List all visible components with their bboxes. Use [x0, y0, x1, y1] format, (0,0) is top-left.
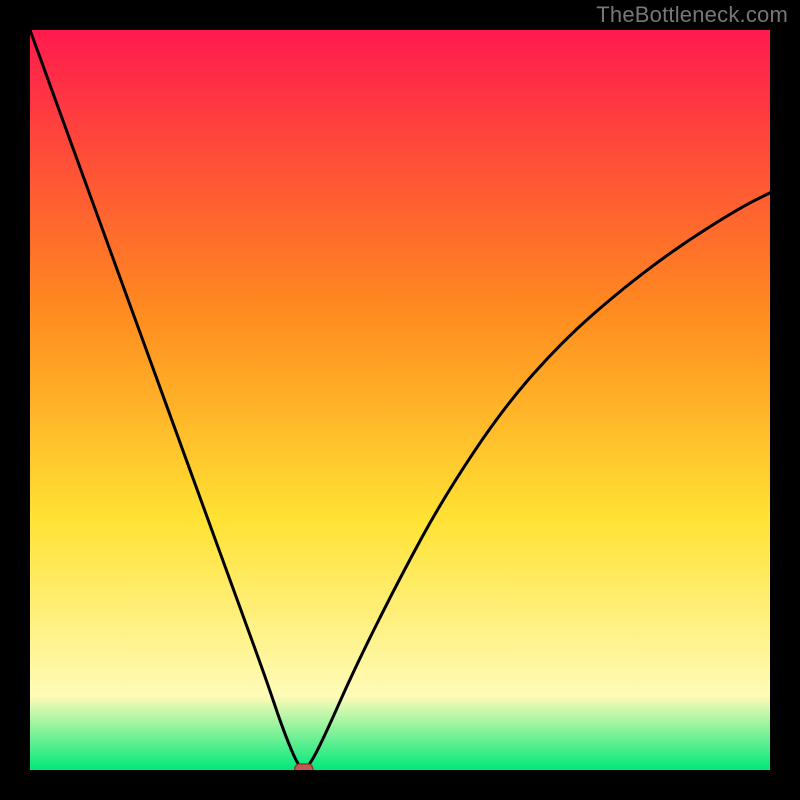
- chart-frame: TheBottleneck.com: [0, 0, 800, 800]
- chart-svg: [30, 30, 770, 770]
- optimal-marker: [295, 764, 313, 770]
- watermark-text: TheBottleneck.com: [596, 2, 788, 28]
- chart-plot: [30, 30, 770, 770]
- gradient-panel: [30, 30, 770, 770]
